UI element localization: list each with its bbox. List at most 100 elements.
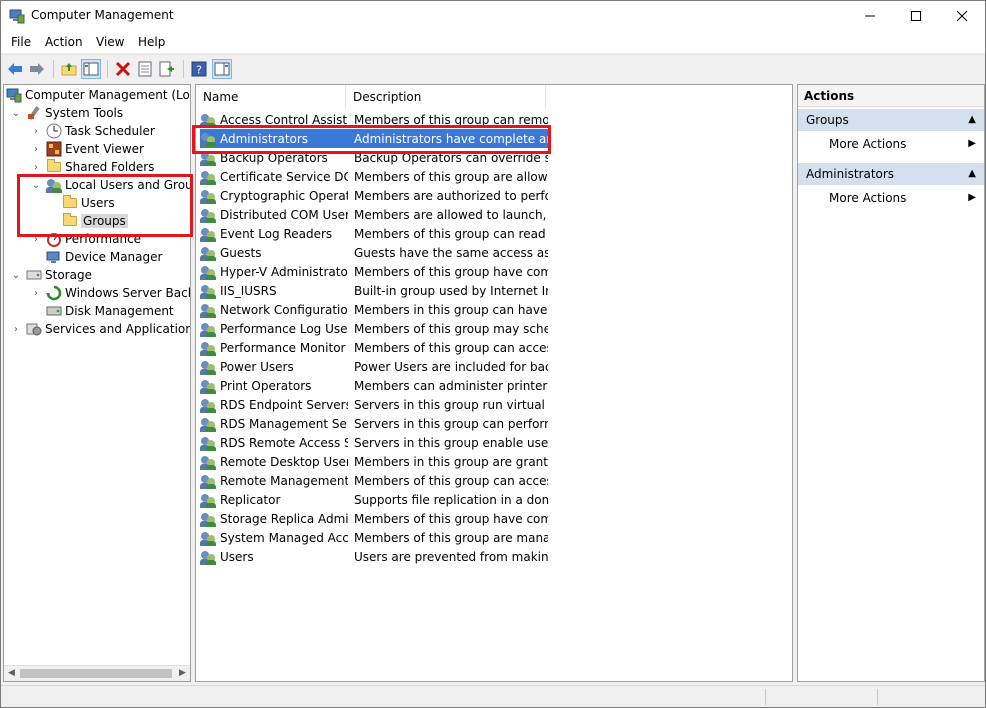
computer-management-icon [9,8,25,24]
scrollbar-thumb[interactable] [20,669,172,678]
list-row[interactable]: Power Users Power Users are included for … [200,357,550,376]
list-row[interactable]: Distributed COM Users Members are allowed… [200,205,550,224]
list-row[interactable]: RDS Endpoint Servers Servers in this grou… [200,395,550,414]
list-row[interactable]: Users Users are prevented from making ... [200,547,550,566]
tree-item-groups[interactable]: Groups [62,212,128,230]
scroll-left-icon[interactable]: ◀ [8,668,15,678]
tree-item-label: Groups [81,214,128,228]
menu-file[interactable]: File [11,35,31,49]
group-icon [200,188,216,204]
list-row[interactable]: RDS Remote Access S... Servers in this gr… [200,433,550,452]
list-row[interactable]: IIS_IUSRS Built-in group used by Internet… [200,281,550,300]
tree-item-event-viewer[interactable]: › Event Viewer [30,140,144,158]
list-row[interactable]: Access Control Assist... Members of this … [200,110,550,129]
expand-icon[interactable]: › [30,161,42,173]
toolbar: ? [1,54,985,82]
group-name: Print Operators [220,378,312,393]
group-icon [200,397,216,413]
tree-item-shared-folders[interactable]: › Shared Folders [30,158,154,176]
users-groups-icon [46,177,62,193]
list-row[interactable]: Replicator Supports file replication in a… [200,490,550,509]
list-row[interactable]: System Managed Acc... Members of this gro… [200,528,550,547]
event-viewer-icon [46,141,62,157]
tree-item-disk-management[interactable]: Disk Management [46,302,174,320]
tree-item-local-users-and-groups[interactable]: ⌄ Local Users and Groups [30,176,190,194]
tree-item-windows-server-backup[interactable]: › Windows Server Backup [30,284,190,302]
expand-icon[interactable]: › [30,287,42,299]
group-name: Hyper-V Administrators [220,264,348,279]
title-bar: Computer Management [1,1,985,31]
list-row[interactable]: Performance Log Users Members of this gro… [200,319,550,338]
list-row[interactable]: Performance Monitor ... Members of this g… [200,338,550,357]
list-row[interactable]: Storage Replica Admi... Members of this g… [200,509,550,528]
disk-icon [46,303,62,319]
column-header-description[interactable]: Description [346,85,546,109]
help-icon[interactable]: ? [189,59,209,79]
tree-item-storage[interactable]: ⌄ Storage [10,266,92,284]
list-row[interactable]: Certificate Service DC... Members of this… [200,167,550,186]
menu-bar: File Action View Help [1,31,985,53]
back-icon[interactable] [5,59,25,79]
group-description: Users are prevented from making ... [354,549,548,564]
show-hide-action-pane-icon[interactable] [212,59,232,79]
groups-list[interactable]: Name Description Access Control Assist..… [195,84,793,682]
console-tree[interactable]: Computer Management (Local ⌄ System Tool… [3,84,191,682]
expand-icon[interactable]: › [30,143,42,155]
list-row[interactable]: Remote Management... Members of this grou… [200,471,550,490]
close-button[interactable] [939,1,985,31]
list-row[interactable]: Network Configuratio... Members in this g… [200,300,550,319]
tree-item-performance[interactable]: › Performance [30,230,141,248]
actions-section-administrators[interactable]: Administrators ▲ [798,163,984,185]
show-hide-tree-icon[interactable] [81,59,101,79]
menu-view[interactable]: View [96,35,124,49]
forward-icon[interactable] [27,59,47,79]
more-actions-groups[interactable]: More Actions ▶ [798,133,984,155]
list-row[interactable]: RDS Management Ser... Servers in this gro… [200,414,550,433]
collapse-icon[interactable]: ⌄ [10,107,22,119]
expand-icon[interactable]: › [30,233,42,245]
tree-item-computer-management[interactable]: Computer Management (Local [6,86,190,104]
submenu-arrow-icon: ▶ [968,138,976,149]
tree-item-label: Users [81,196,115,210]
menu-help[interactable]: Help [138,35,165,49]
tree-item-services-and-applications[interactable]: › Services and Applications [10,320,190,338]
scroll-right-icon[interactable]: ▶ [179,668,186,678]
list-row[interactable]: Hyper-V Administrators Members of this gr… [200,262,550,281]
collapse-up-icon[interactable]: ▲ [968,109,976,131]
group-name: System Managed Acc... [220,530,348,545]
group-name: Backup Operators [220,150,328,165]
list-row[interactable]: Print Operators Members can administer pr… [200,376,550,395]
list-row[interactable]: Guests Guests have the same access as m..… [200,243,550,262]
group-name: RDS Endpoint Servers [220,397,348,412]
group-name: Administrators [220,131,309,146]
export-list-icon[interactable] [157,59,177,79]
group-icon [200,207,216,223]
folder-icon [62,195,78,211]
list-row[interactable]: Event Log Readers Members of this group c… [200,224,550,243]
tree-horizontal-scrollbar[interactable]: ◀ ▶ [4,665,190,681]
minimize-button[interactable] [847,1,893,31]
more-actions-administrators[interactable]: More Actions ▶ [798,187,984,209]
collapse-icon[interactable]: ⌄ [10,269,22,281]
menu-action[interactable]: Action [45,35,83,49]
list-row[interactable]: Remote Desktop Users Members in this grou… [200,452,550,471]
actions-section-groups[interactable]: Groups ▲ [798,109,984,131]
tree-item-system-tools[interactable]: ⌄ System Tools [10,104,123,122]
maximize-button[interactable] [893,1,939,31]
group-icon [200,378,216,394]
expand-icon[interactable]: › [30,125,42,137]
collapse-up-icon[interactable]: ▲ [968,163,976,185]
up-folder-icon[interactable] [59,59,79,79]
delete-icon[interactable] [113,59,133,79]
properties-icon[interactable] [135,59,155,79]
tree-item-users[interactable]: Users [62,194,115,212]
expand-icon[interactable]: › [10,323,22,335]
group-description: Members are allowed to launch, a... [354,207,548,222]
column-header-name[interactable]: Name [196,85,346,109]
tree-item-task-scheduler[interactable]: › Task Scheduler [30,122,155,140]
tree-item-device-manager[interactable]: Device Manager [46,248,162,266]
list-row[interactable]: Administrators Administrators have comple… [200,129,550,148]
collapse-icon[interactable]: ⌄ [30,179,42,191]
list-row[interactable]: Cryptographic Operat... Members are autho… [200,186,550,205]
list-row[interactable]: Backup Operators Backup Operators can ove… [200,148,550,167]
